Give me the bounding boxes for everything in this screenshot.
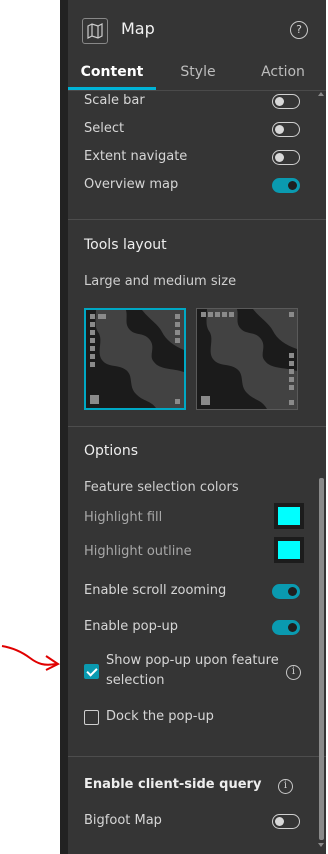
panel-header: Map ?	[68, 0, 326, 58]
show-popup-checkbox[interactable]	[84, 664, 99, 679]
tab-style[interactable]: Style	[156, 64, 240, 80]
layer-label: Bigfoot Map	[84, 813, 162, 828]
red-arrow-annotation	[1, 645, 60, 671]
tool-label: Extent navigate	[84, 149, 188, 164]
info-icon[interactable]: i	[278, 779, 293, 794]
tab-content[interactable]: Content	[68, 64, 156, 80]
left-edge-strip	[60, 0, 68, 854]
scroll-zooming-label: Enable scroll zooming	[84, 583, 227, 598]
dock-popup-row: Dock the pop-up	[84, 706, 310, 730]
highlight-outline-label: Highlight outline	[84, 544, 192, 559]
tool-label: Select	[84, 121, 125, 136]
highlight-outline-row: Highlight outline	[84, 537, 310, 565]
feature-selection-colors-label: Feature selection colors	[84, 480, 239, 495]
show-popup-label: Show pop-up upon feature selection	[106, 651, 279, 691]
section-divider	[68, 756, 326, 757]
map-icon	[82, 18, 108, 44]
client-side-query-title: Enable client-side query	[84, 777, 262, 792]
select-toggle[interactable]	[272, 122, 300, 137]
tool-row-extent-navigate: Extent navigate	[84, 146, 310, 170]
dock-popup-label: Dock the pop-up	[106, 709, 214, 724]
scrollbar-thumb[interactable]	[319, 478, 324, 840]
scroll-zooming-toggle[interactable]	[272, 584, 300, 599]
overview-map-toggle[interactable]	[272, 178, 300, 193]
tools-layout-subtitle: Large and medium size	[84, 274, 237, 289]
highlight-fill-color-picker[interactable]	[274, 503, 304, 529]
enable-popup-label: Enable pop-up	[84, 619, 179, 634]
bigfoot-map-toggle[interactable]	[272, 814, 300, 829]
tool-row-overview-map: Overview map	[84, 174, 310, 198]
enable-popup-toggle[interactable]	[272, 620, 300, 635]
bigfoot-map-row: Bigfoot Map	[84, 810, 310, 834]
help-icon[interactable]: ?	[290, 21, 308, 39]
highlight-fill-label: Highlight fill	[84, 510, 163, 525]
scroll-zooming-row: Enable scroll zooming	[84, 580, 310, 604]
layout-option-2[interactable]	[196, 308, 298, 410]
section-divider	[68, 426, 326, 427]
highlight-outline-color-picker[interactable]	[274, 537, 304, 563]
panel-title: Map	[121, 19, 155, 38]
tool-row-select: Select	[84, 118, 310, 142]
tool-label: Scale bar	[84, 93, 145, 108]
layout-option-1[interactable]	[84, 308, 186, 410]
scroll-up-arrow[interactable]	[318, 92, 324, 96]
extent-navigate-toggle[interactable]	[272, 150, 300, 165]
tools-layout-title: Tools layout	[84, 237, 167, 253]
dock-popup-checkbox[interactable]	[84, 710, 99, 725]
highlight-fill-row: Highlight fill	[84, 503, 310, 531]
options-title: Options	[84, 443, 139, 459]
tool-row-scale-bar: Scale bar	[84, 90, 310, 114]
show-popup-label-line1: Show pop-up upon feature	[106, 653, 279, 668]
tab-action[interactable]: Action	[240, 64, 326, 80]
info-icon[interactable]: i	[286, 665, 301, 680]
enable-popup-row: Enable pop-up	[84, 616, 310, 640]
map-settings-panel: Map ? Content Style Action Scale bar Sel…	[68, 0, 326, 854]
tab-bar: Content Style Action	[68, 58, 326, 91]
scroll-down-arrow[interactable]	[318, 843, 324, 847]
tool-label: Overview map	[84, 177, 179, 192]
show-popup-row: Show pop-up upon feature selection i	[84, 651, 310, 695]
scale-bar-toggle[interactable]	[272, 94, 300, 109]
show-popup-label-line2: selection	[106, 673, 165, 688]
section-divider	[68, 219, 326, 220]
